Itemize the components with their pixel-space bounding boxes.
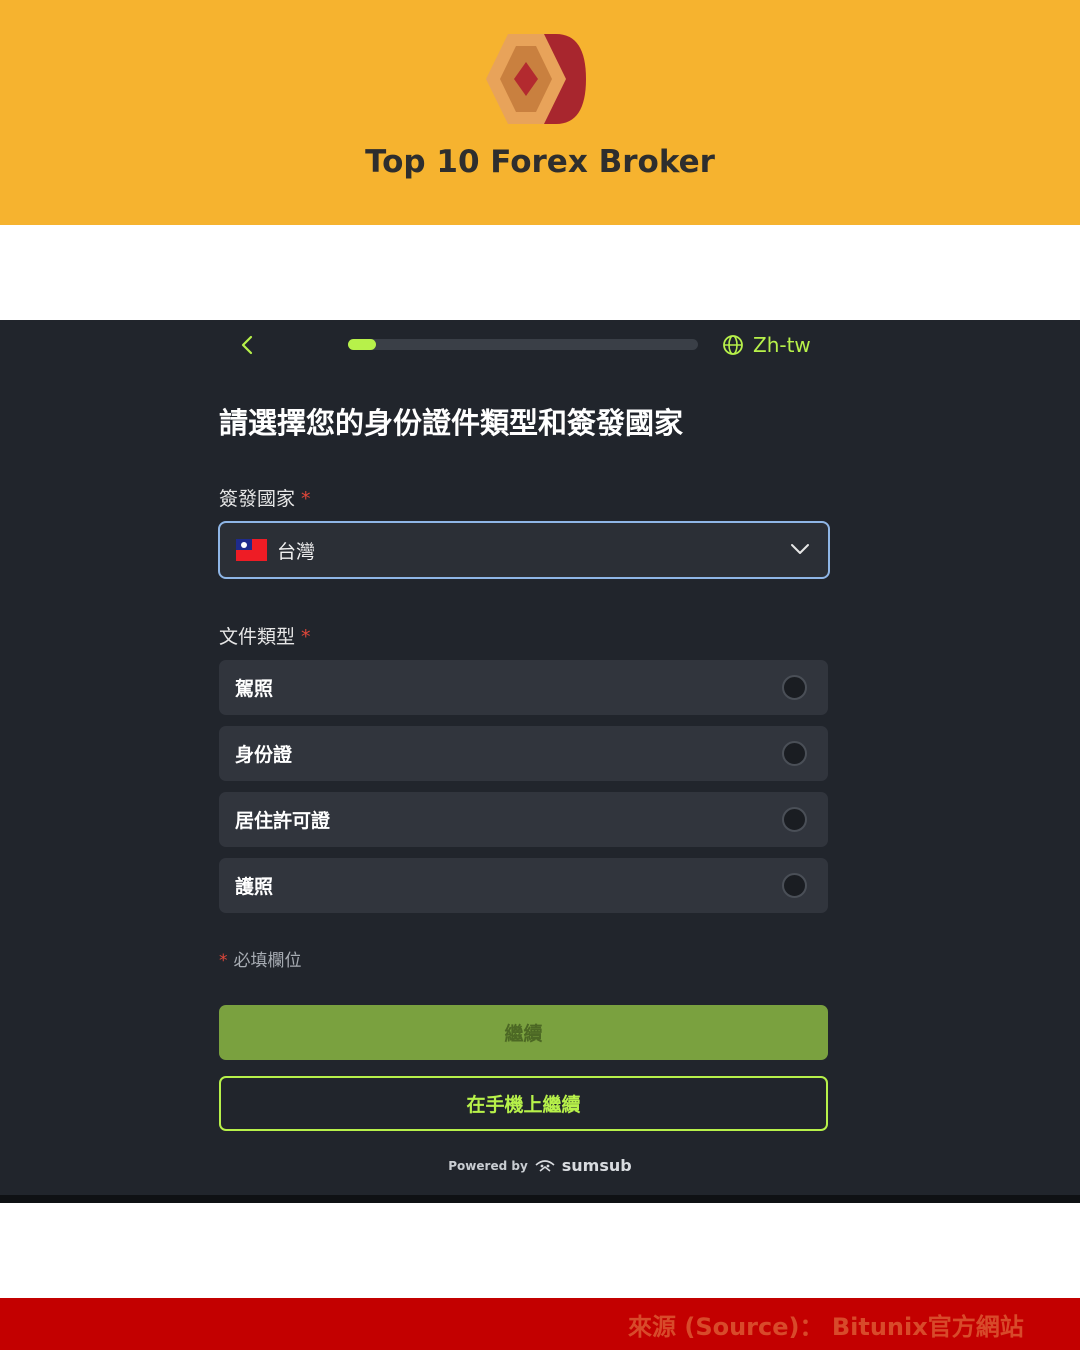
option-id-card[interactable]: 身份證 [219, 726, 828, 781]
progress-bar [348, 339, 698, 350]
document-label-text: 文件類型 [219, 626, 296, 648]
document-field-label: 文件類型 * [219, 622, 311, 649]
progress-fill [348, 339, 376, 350]
language-selector[interactable]: Zh-tw [722, 330, 811, 360]
radio-button[interactable] [782, 741, 807, 766]
back-chevron-icon[interactable] [236, 332, 260, 358]
globe-icon [723, 335, 743, 355]
panel-bottom-edge [0, 1195, 1080, 1203]
radio-button[interactable] [782, 873, 807, 898]
language-label: Zh-tw [753, 333, 811, 357]
option-label: 護照 [235, 876, 274, 898]
powered-by: Powered by sumsub [0, 1156, 1080, 1175]
powered-by-text: Powered by [448, 1158, 528, 1173]
source-text: 來源 (Source)： Bitunix官方網站 [628, 1313, 1024, 1341]
continue-button[interactable]: 繼續 [219, 1005, 828, 1060]
radio-button[interactable] [782, 807, 807, 832]
radio-button[interactable] [782, 675, 807, 700]
required-asterisk: * [301, 488, 311, 510]
required-note: * 必填欄位 [219, 946, 302, 971]
taiwan-flag-icon [236, 539, 267, 561]
required-asterisk: * [301, 626, 311, 648]
country-select-value: 台灣 [277, 540, 316, 563]
page-heading: 請選擇您的身份證件類型和簽發國家 [219, 406, 684, 440]
required-note-text: 必填欄位 [233, 951, 302, 971]
option-label: 身份證 [235, 744, 293, 766]
continue-on-phone-button[interactable]: 在手機上繼續 [219, 1076, 828, 1131]
option-label: 居住許可證 [235, 810, 331, 832]
banner-title: Top 10 Forex Broker [365, 144, 715, 180]
country-field-label: 簽發國家 * [219, 484, 311, 511]
broker-logo [486, 34, 586, 124]
option-label: 駕照 [235, 678, 274, 700]
option-drivers-license[interactable]: 駕照 [219, 660, 828, 715]
option-passport[interactable]: 護照 [219, 858, 828, 913]
required-asterisk: * [219, 951, 228, 971]
country-select[interactable]: 台灣 [218, 521, 830, 579]
option-residence-permit[interactable]: 居住許可證 [219, 792, 828, 847]
sumsub-logo-icon [535, 1159, 555, 1172]
country-label-text: 簽發國家 [219, 488, 296, 510]
sumsub-brand: sumsub [561, 1156, 632, 1175]
chevron-down-icon [791, 544, 809, 554]
